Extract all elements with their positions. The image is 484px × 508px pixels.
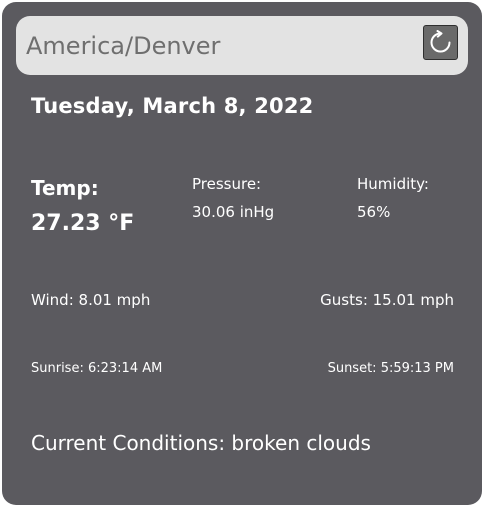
refresh-icon: [430, 30, 451, 53]
sunrise-text: Sunrise: 6:23:14 AM: [31, 361, 163, 376]
location-input[interactable]: [26, 28, 406, 64]
search-bar: [16, 16, 468, 75]
pressure-label: Pressure:: [192, 175, 262, 193]
humidity-label: Humidity:: [357, 175, 429, 193]
temp-value: 27.23 °F: [31, 211, 135, 236]
date-heading: Tuesday, March 8, 2022: [31, 94, 314, 118]
wind-text: Wind: 8.01 mph: [31, 291, 151, 309]
humidity-value: 56%: [357, 203, 391, 221]
weather-card: Tuesday, March 8, 2022 Temp: 27.23 °F Pr…: [2, 2, 482, 505]
gusts-text: Gusts: 15.01 mph: [320, 291, 454, 309]
pressure-value: 30.06 inHg: [192, 203, 275, 221]
refresh-button[interactable]: [423, 25, 458, 60]
current-conditions: Current Conditions: broken clouds: [31, 431, 371, 455]
sunset-text: Sunset: 5:59:13 PM: [327, 361, 454, 376]
temp-label: Temp:: [31, 176, 99, 200]
